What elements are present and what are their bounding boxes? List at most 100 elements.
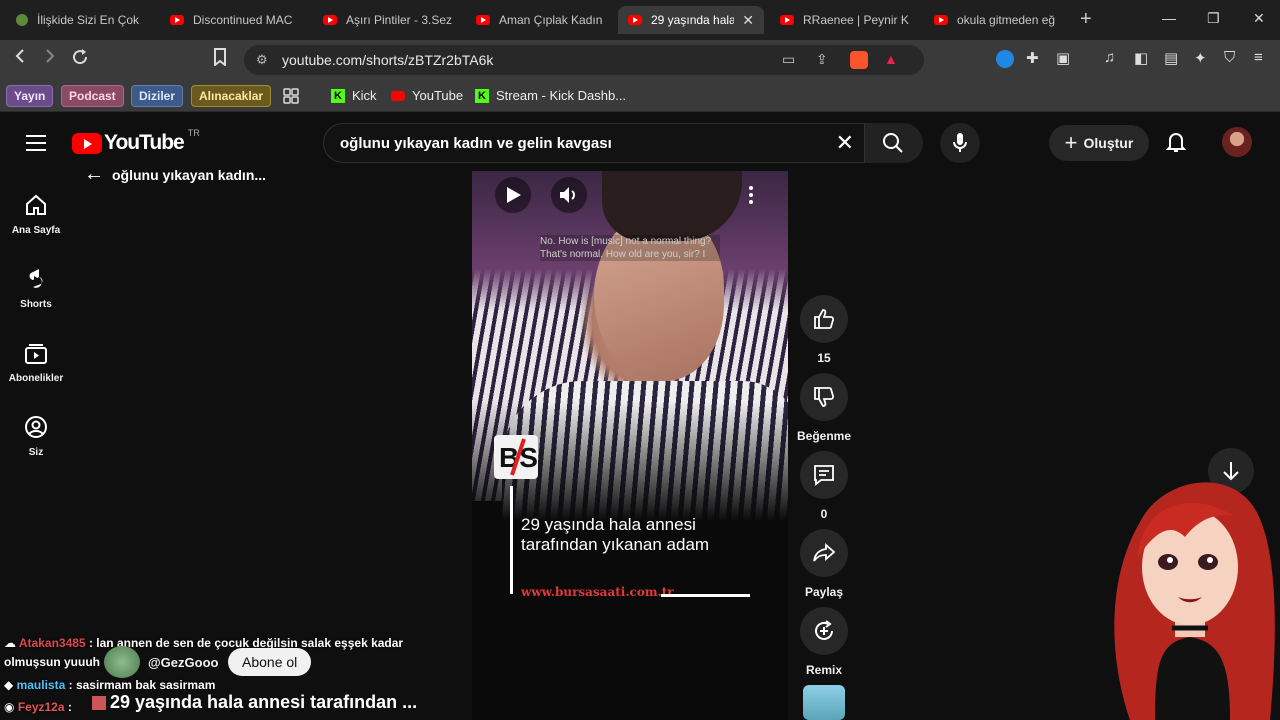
account-avatar[interactable] (1222, 127, 1252, 157)
youtube-icon (391, 90, 405, 101)
bookmark-folder[interactable]: Podcast (61, 85, 124, 107)
browser-tab-active[interactable]: 29 yaşında hala ✕ (618, 6, 764, 34)
restore-icon[interactable]: ❐ (1207, 10, 1220, 27)
shorts-video-player[interactable]: No. How is [music] not a normal thing? T… (472, 171, 788, 720)
youtube-favicon-icon (934, 15, 948, 25)
browser-tab[interactable]: okula gitmeden eğ (924, 6, 1074, 34)
dislike-button[interactable]: Beğenme (797, 373, 851, 443)
youtube-logo[interactable]: YouTube TR (72, 128, 200, 155)
shorts-icon (29, 269, 43, 288)
bookmark-kick[interactable]: K Kick (331, 88, 377, 103)
sidebar-item-shorts[interactable]: Shorts (0, 267, 72, 310)
browser-tab[interactable]: Discontinued MAC (160, 6, 310, 34)
clear-search-icon[interactable]: ✕ (836, 130, 854, 156)
share-page-icon[interactable]: ⇪ (816, 51, 828, 68)
search-button[interactable] (865, 123, 923, 163)
video-site-url: www.bursasaati.com.tr (521, 585, 674, 599)
plus-icon: + (1064, 130, 1078, 155)
youtube-favicon-icon (170, 15, 184, 25)
create-button[interactable]: + Oluştur (1049, 125, 1149, 161)
tab-favicon-icon (16, 14, 28, 26)
share-button[interactable]: Paylaş (800, 529, 848, 599)
back-icon[interactable] (12, 48, 28, 69)
url-text[interactable]: youtube.com/shorts/zBTZr2bTA6k (282, 52, 493, 68)
browser-toolbar: ⚙ youtube.com/shorts/zBTZr2bTA6k ▭ ⇪ ▲ ✚… (0, 40, 1280, 80)
youtube-page: YouTube TR ← oğlunu yıkayan kadın... oğl… (0, 113, 1280, 720)
brave-rewards-icon[interactable]: ▲ (884, 51, 898, 67)
play-button[interactable] (495, 177, 531, 213)
chat-badge-icon: ☁ (4, 636, 16, 650)
like-button[interactable]: 15 (800, 295, 848, 365)
bookmark-youtube[interactable]: YouTube (391, 88, 463, 103)
minimize-icon[interactable]: — (1162, 10, 1176, 26)
wallet-icon[interactable]: ▤ (1164, 49, 1178, 67)
cast-icon[interactable]: ▭ (782, 51, 795, 68)
chat-badge-icon: ◉ (4, 700, 15, 714)
thumbs-up-icon (814, 309, 835, 329)
kick-icon: K (475, 88, 489, 103)
youtube-favicon-icon (628, 15, 642, 25)
browser-tab-bar: İlişkide Sizi En Çok Discontinued MAC Aş… (0, 0, 1280, 40)
new-tab-icon[interactable]: + (1080, 8, 1092, 31)
voice-search-button[interactable] (940, 123, 980, 163)
back-arrow-icon: ← (84, 163, 104, 185)
chat-message: ◆ maulista : sasirmam bak sasirmam (4, 678, 216, 692)
remix-button[interactable]: Remix (800, 607, 848, 677)
home-icon (26, 194, 46, 215)
chat-message: ◉ Feyz12a : (4, 700, 72, 714)
youtube-favicon-icon (323, 15, 337, 25)
bookmark-kick-dashboard[interactable]: K Stream - Kick Dashb... (475, 88, 626, 103)
hamburger-menu-icon[interactable] (26, 135, 46, 156)
sidebar-icon[interactable]: ◧ (1134, 49, 1148, 67)
address-bar[interactable]: ⚙ youtube.com/shorts/zBTZr2bTA6k ▭ ⇪ ▲ (244, 45, 924, 75)
sidebar-item-home[interactable]: Ana Sayfa (0, 193, 72, 236)
play-icon (507, 187, 521, 203)
leo-ai-icon[interactable]: ✦ (1194, 49, 1207, 67)
youtube-play-icon (72, 132, 102, 154)
music-icon[interactable]: ♫ (1104, 49, 1115, 66)
you-icon (25, 416, 47, 438)
share-icon (813, 543, 835, 562)
sidebar-item-you[interactable]: Siz (0, 415, 72, 458)
more-options-icon[interactable] (748, 185, 754, 210)
video-title-overlay: 29 yaşında hala annesi tarafından yıkana… (521, 515, 710, 554)
browser-tab[interactable]: Aman Çıplak Kadın (466, 6, 616, 34)
extension-icon[interactable] (996, 50, 1014, 68)
reload-icon[interactable] (71, 48, 89, 71)
browser-tab[interactable]: Aşırı Pintiler - 3.Sez (313, 6, 463, 34)
volume-button[interactable] (551, 177, 587, 213)
back-to-search[interactable]: ← oğlunu yıkayan kadın... (84, 163, 266, 186)
subscriptions-icon (25, 344, 47, 364)
overlay-horizontal-line (661, 594, 750, 597)
puzzle-icon[interactable]: ✚ (1026, 49, 1039, 67)
brave-shield-icon[interactable] (850, 51, 868, 69)
bookmark-folder[interactable]: Alınacaklar (191, 85, 272, 107)
bookmark-folder[interactable]: Yayın (6, 85, 54, 107)
bookmark-folder[interactable]: Diziler (131, 85, 184, 107)
close-tab-icon[interactable]: ✕ (742, 12, 754, 29)
comments-button[interactable]: 0 (800, 451, 848, 521)
apps-grid-icon[interactable] (283, 88, 299, 104)
sidebar-item-subscriptions[interactable]: Abonelikler (0, 341, 72, 384)
site-info-icon[interactable]: ⚙ (256, 52, 268, 68)
chat-badge-icon: ◆ (4, 678, 14, 692)
browser-tab[interactable]: RRaenee | Peynir K (770, 6, 920, 34)
microphone-icon (953, 133, 967, 152)
sound-thumbnail[interactable] (803, 685, 845, 720)
notifications-bell-icon[interactable] (1165, 131, 1187, 158)
media-icon[interactable]: ▣ (1056, 49, 1070, 67)
channel-handle[interactable]: @GezGooo (148, 655, 218, 670)
comment-icon (814, 465, 834, 486)
vpn-icon[interactable]: ⛉ (1224, 49, 1235, 66)
close-window-icon[interactable]: ✕ (1253, 10, 1265, 27)
channel-avatar[interactable] (104, 646, 140, 678)
youtube-favicon-icon (476, 15, 490, 25)
chat-message: ☁ Atakan3485 : lan annen de sen de çocuk… (4, 636, 404, 650)
bookmark-icon[interactable] (213, 48, 227, 71)
browser-tab[interactable]: İlişkide Sizi En Çok (6, 6, 156, 34)
forward-icon[interactable] (42, 48, 58, 69)
subscribe-button[interactable]: Abone ol (228, 648, 312, 676)
volume-icon (560, 187, 575, 203)
search-input[interactable]: oğlunu yıkayan kadın ve gelin kavgası ✕ (323, 123, 865, 163)
menu-icon[interactable]: ≡ (1254, 49, 1263, 66)
